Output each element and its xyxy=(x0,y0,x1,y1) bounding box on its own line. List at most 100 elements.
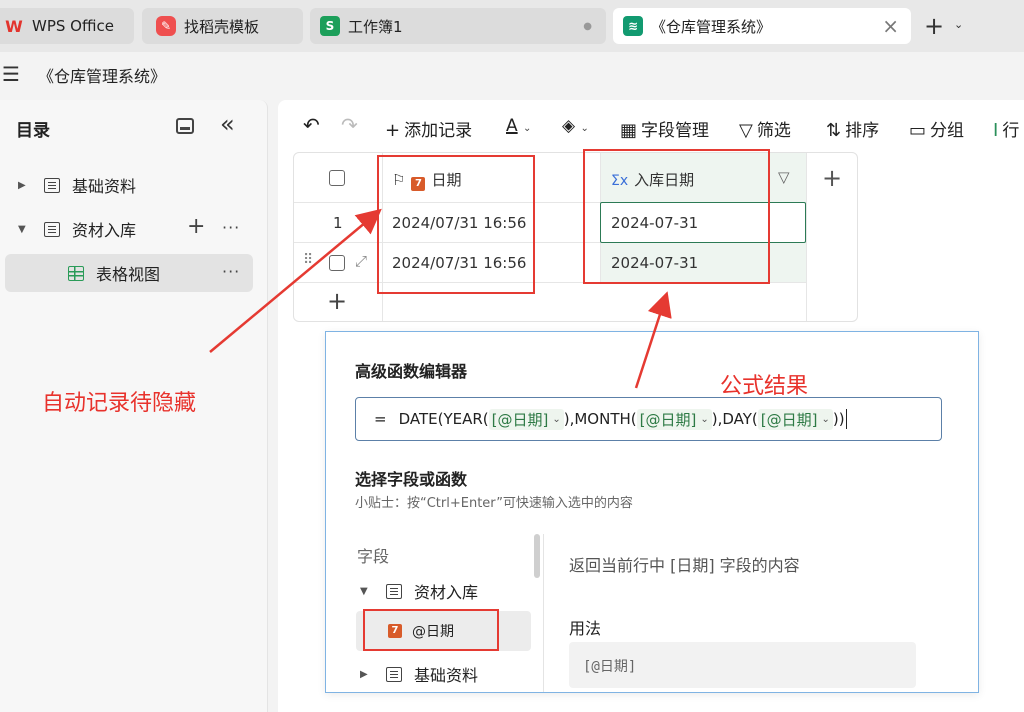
chevron-down-icon: ⌄ xyxy=(523,123,532,134)
column-filter-icon[interactable]: ▽ xyxy=(778,168,790,186)
row-height-icon: I xyxy=(993,120,999,141)
highlight-date-field xyxy=(363,609,499,651)
field-section-label: 字段 xyxy=(357,547,390,566)
highlight-inbound-column xyxy=(583,149,770,284)
close-tab-icon[interactable]: × xyxy=(882,14,899,38)
font-color-button[interactable]: A ⌄ xyxy=(506,116,531,136)
collapse-sidebar-icon[interactable]: « xyxy=(220,110,235,138)
grid-line xyxy=(806,153,807,321)
tab-label: 工作簿1 xyxy=(348,17,403,36)
expand-triangle-icon[interactable]: ▶ xyxy=(18,180,36,191)
add-record-button[interactable]: + 添加记录 xyxy=(385,116,472,141)
formula-equals: = xyxy=(374,410,387,428)
field-grid-icon: ▦ xyxy=(620,120,638,141)
select-all-checkbox[interactable] xyxy=(329,170,345,186)
field-list-scrollbar[interactable] xyxy=(534,534,540,578)
expand-triangle-icon[interactable]: ▶ xyxy=(360,669,378,680)
formula-text: DATE(YEAR( xyxy=(398,410,489,428)
field-group-material-inbound[interactable]: ▼ 资材入库 xyxy=(360,571,530,611)
sidebar-title: 目录 xyxy=(16,121,50,141)
undo-icon[interactable]: ↶ xyxy=(303,113,320,137)
paint-bucket-icon: ◈ xyxy=(562,116,576,136)
collapse-triangle-icon[interactable]: ▼ xyxy=(18,224,36,235)
add-view-plus-icon[interactable]: + xyxy=(187,214,206,239)
chip-label: [@日期] xyxy=(639,410,697,429)
tab-wps-office[interactable]: W WPS Office xyxy=(0,8,134,44)
chevron-down-icon: ⌄ xyxy=(821,413,830,425)
new-tab-plus-icon[interactable]: + xyxy=(924,12,944,40)
dbsheet-icon: ≋ xyxy=(623,16,643,36)
redo-icon[interactable]: ↷ xyxy=(341,113,358,137)
field-manage-button[interactable]: ▦ 字段管理 xyxy=(620,116,709,141)
field-chip[interactable]: [@日期] ⌄ xyxy=(636,408,712,430)
expand-record-icon[interactable]: ⤢ xyxy=(355,252,367,270)
field-group-label: 资材入库 xyxy=(414,583,479,602)
annotation-formula-result: 公式结果 xyxy=(720,374,809,399)
formula-text: ),DAY( xyxy=(711,410,758,428)
formula-text: )) xyxy=(832,410,845,428)
sort-label: 排序 xyxy=(845,121,880,141)
sort-button[interactable]: ⇅ 排序 xyxy=(826,116,879,141)
usage-code: [@日期] xyxy=(569,642,916,688)
font-color-icon: A xyxy=(506,116,518,136)
panel-divider xyxy=(543,534,544,692)
chip-label: [@日期] xyxy=(491,410,549,429)
row-checkbox[interactable] xyxy=(329,255,345,271)
tab-label: WPS Office xyxy=(32,17,114,35)
add-record-label: 添加记录 xyxy=(404,121,473,141)
row-height-label: 行 xyxy=(1002,121,1020,141)
grid-view-icon xyxy=(68,265,84,281)
filter-button[interactable]: ▽ 筛选 xyxy=(739,116,791,141)
more-options-icon[interactable]: ··· xyxy=(222,218,240,237)
formula-input[interactable]: = DATE(YEAR( [@日期] ⌄ ),MONTH( [@日期] ⌄ ),DA… xyxy=(355,397,942,441)
collapse-all-icon[interactable] xyxy=(176,118,194,134)
unsaved-dot-icon: ● xyxy=(583,20,592,32)
tab-label: 《仓库管理系统》 xyxy=(651,17,772,36)
tab-label: 找稻壳模板 xyxy=(184,17,260,36)
sidebar-item-table-view[interactable]: 表格视图 xyxy=(5,254,253,292)
group-label: 分组 xyxy=(930,121,965,141)
filter-label: 筛选 xyxy=(756,121,791,141)
select-field-title: 选择字段或函数 xyxy=(355,470,468,489)
formula-text: ),MONTH( xyxy=(563,410,637,428)
sort-icon: ⇅ xyxy=(826,120,842,141)
usage-title: 用法 xyxy=(569,619,602,638)
sidebar-item-label: 资材入库 xyxy=(72,221,137,240)
tip-text: 小贴士：按“Ctrl+Enter”可快速输入选中的内容 xyxy=(355,496,633,511)
field-description: 返回当前行中 [日期] 字段的内容 xyxy=(569,556,800,575)
list-table-icon xyxy=(386,583,402,599)
plus-icon: + xyxy=(385,120,401,141)
row-index: 1 xyxy=(333,214,343,232)
highlight-date-column xyxy=(377,155,535,294)
tab-docer[interactable]: ✎ 找稻壳模板 xyxy=(142,8,303,44)
new-tab-dropdown-icon[interactable]: ⌄ xyxy=(954,18,963,31)
tab-warehouse[interactable]: ≋ 《仓库管理系统》 × xyxy=(613,8,911,44)
list-table-icon xyxy=(44,177,60,193)
sidebar-item-label: 基础资料 xyxy=(72,177,137,196)
chevron-down-icon: ⌄ xyxy=(552,413,561,425)
document-title: 《仓库管理系统》 xyxy=(38,67,167,86)
editor-title: 高级函数编辑器 xyxy=(355,362,468,381)
group-button[interactable]: ▭ 分组 xyxy=(909,116,964,141)
chevron-down-icon: ⌄ xyxy=(580,123,589,134)
field-chip[interactable]: [@日期] ⌄ xyxy=(757,408,833,430)
tab-workbook[interactable]: S 工作簿1 ● xyxy=(310,8,606,44)
list-table-icon xyxy=(386,666,402,682)
field-group-label: 基础资料 xyxy=(414,666,479,685)
add-column-plus-icon[interactable]: + xyxy=(822,164,842,192)
spreadsheet-s-icon: S xyxy=(320,16,340,36)
row-height-button[interactable]: I行 xyxy=(993,116,1019,141)
docer-icon: ✎ xyxy=(156,16,176,36)
chevron-down-icon: ⌄ xyxy=(700,413,709,425)
field-chip[interactable]: [@日期] ⌄ xyxy=(488,408,564,430)
more-options-icon[interactable]: ··· xyxy=(222,262,240,281)
sidebar-item-basic-data[interactable]: ▶ 基础资料 xyxy=(18,166,258,204)
text-cursor xyxy=(845,409,847,429)
fill-color-button[interactable]: ◈ ⌄ xyxy=(562,116,589,136)
add-row-plus-icon[interactable]: + xyxy=(327,287,347,315)
field-group-basic-data[interactable]: ▶ 基础资料 xyxy=(360,654,530,694)
folder-icon: ▭ xyxy=(909,120,927,141)
drag-handle-icon[interactable]: ⠿ xyxy=(303,252,313,268)
collapse-triangle-icon[interactable]: ▼ xyxy=(360,586,378,597)
menu-icon[interactable]: ☰ xyxy=(2,62,20,86)
